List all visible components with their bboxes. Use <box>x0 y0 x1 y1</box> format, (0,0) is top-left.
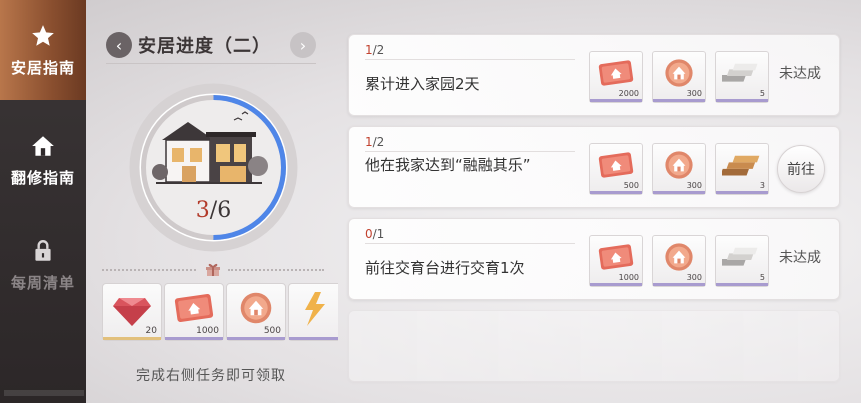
go-button[interactable]: 前往 <box>777 145 825 193</box>
home-coin-icon <box>240 292 272 324</box>
progress-total: /6 <box>209 198 232 223</box>
sidebar-item-label: 每周清单 <box>10 273 75 292</box>
reward-count: 500 <box>263 326 281 336</box>
task-progress-current: 1 <box>365 135 373 149</box>
task-card: 1/2 累计进入家园2天 2000 300 5 未达成 <box>348 34 840 116</box>
reward-count: 20 <box>145 326 157 336</box>
reward-item[interactable]: 1000 <box>164 283 224 341</box>
sidebar-item-home-guide[interactable]: 安居指南 <box>0 0 86 100</box>
prev-stage-button[interactable]: ‹ <box>106 32 132 58</box>
stage-rewards: 20 1000 500 <box>102 283 338 341</box>
task-progress-total: /1 <box>372 227 385 241</box>
chevron-right-icon: › <box>299 35 307 55</box>
task-card-faded <box>348 310 840 382</box>
task-description: 前往交育台进行交育1次 <box>365 259 525 277</box>
task-description: 累计进入家园2天 <box>365 75 480 93</box>
gem-icon <box>113 298 151 326</box>
house-icon <box>32 135 54 156</box>
reward-count: 300 <box>686 273 702 282</box>
sidebar-item-label: 翻修指南 <box>10 168 75 187</box>
task-status: 未达成 <box>779 250 821 266</box>
task-reward-item[interactable]: 5 <box>715 51 769 103</box>
sidebar-item-renovation-guide[interactable]: 翻修指南 <box>0 110 86 210</box>
reward-count: 300 <box>686 89 702 98</box>
task-reward-item[interactable]: 2000 <box>589 51 643 103</box>
footer-fineprint <box>4 390 84 396</box>
task-progress: 1/2 <box>365 135 384 149</box>
reward-item[interactable]: 20 <box>102 283 162 341</box>
task-reward-item[interactable]: 300 <box>652 143 706 195</box>
reward-count: 500 <box>623 181 639 190</box>
task-reward-item[interactable]: 300 <box>652 235 706 287</box>
gift-icon <box>206 263 220 276</box>
partial-item-icon <box>305 292 325 326</box>
sidebar-item-label: 安居指南 <box>10 58 75 77</box>
star-icon <box>32 24 54 46</box>
task-reward-item[interactable]: 300 <box>652 51 706 103</box>
rewards-divider <box>102 262 324 276</box>
task-card: 0/1 前往交育台进行交育1次 1000 300 5 未达成 <box>348 218 840 300</box>
reward-count: 1000 <box>618 273 639 282</box>
lock-icon <box>35 239 51 261</box>
reward-count: 2000 <box>618 89 639 98</box>
chevron-left-icon: ‹ <box>115 35 123 55</box>
task-progress-total: /2 <box>372 135 385 149</box>
title-divider <box>106 63 316 64</box>
reward-count: 1000 <box>196 326 219 336</box>
task-card: 1/2 他在我家达到“融融其乐” 500 300 3 前往 <box>348 126 840 208</box>
task-reward-item[interactable]: 5 <box>715 235 769 287</box>
go-button-label: 前往 <box>787 162 815 178</box>
progress-title: 安居进度（二） <box>138 36 271 57</box>
reward-count: 5 <box>759 89 765 98</box>
reward-count: 3 <box>759 181 765 190</box>
task-description: 他在我家达到“融融其乐” <box>365 156 531 174</box>
next-stage-button[interactable]: › <box>290 32 316 58</box>
home-ticket-icon <box>174 293 214 323</box>
claim-hint-text: 完成右侧任务即可领取 <box>136 368 286 384</box>
task-progress-current: 0 <box>365 227 373 241</box>
task-reward-item[interactable]: 3 <box>715 143 769 195</box>
task-reward-item[interactable]: 500 <box>589 143 643 195</box>
task-reward-item[interactable]: 1000 <box>589 235 643 287</box>
progress-ring: 3/6 <box>126 80 301 255</box>
reward-item[interactable]: 500 <box>226 283 286 341</box>
task-progress: 1/2 <box>365 43 384 57</box>
task-progress-total: /2 <box>372 43 385 57</box>
task-status: 未达成 <box>779 66 821 82</box>
sidebar-item-weekly-list[interactable]: 每周清单 <box>0 215 86 315</box>
progress-counter: 3/6 <box>126 198 301 223</box>
task-progress: 0/1 <box>365 227 384 241</box>
reward-count: 5 <box>759 273 765 282</box>
progress-current: 3 <box>195 198 210 223</box>
reward-item[interactable] <box>288 283 338 341</box>
reward-count: 300 <box>686 181 702 190</box>
task-progress-current: 1 <box>365 43 373 57</box>
progress-panel: ‹ 安居进度（二） › 3/6 20 1000 500 完成右侧任务即可领取 <box>86 0 338 403</box>
sidebar: 安居指南 翻修指南 每周清单 <box>0 0 86 403</box>
progress-title-row: ‹ 安居进度（二） › <box>106 30 316 60</box>
